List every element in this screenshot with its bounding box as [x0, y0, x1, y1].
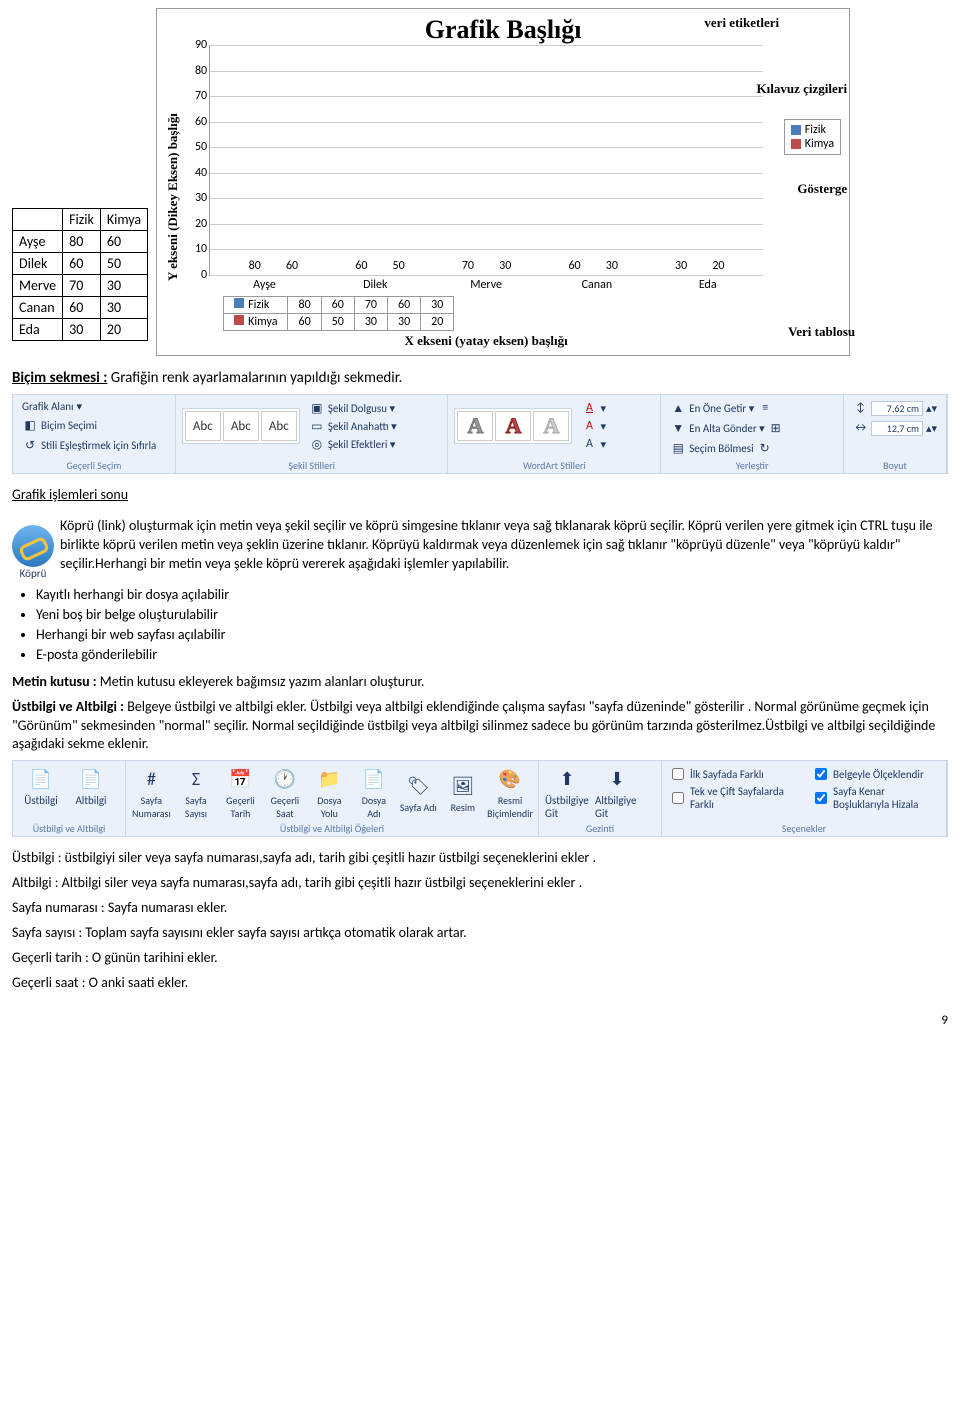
- sekil-dolgusu-button[interactable]: ▣Şekil Dolgusu ▾: [306, 399, 400, 417]
- hf-item-6[interactable]: 🏷Sayfa Adı: [399, 772, 437, 814]
- en-one-getir-button[interactable]: ▲En Öne Getir ▾ ≡: [667, 399, 837, 417]
- def-sayfa-say: Sayfa sayısı : Toplam sayfa sayısını ekl…: [12, 924, 948, 943]
- def-sayfa-num: Sayfa numarası : Sayfa numarası ekler.: [12, 899, 948, 918]
- shape-style-gallery[interactable]: AbcAbcAbc: [182, 408, 300, 444]
- stil-sifirla-button[interactable]: ↺Stili Eşleştirmek için Sıfırla: [19, 436, 169, 454]
- en-alta-gonder-button[interactable]: ▼En Alta Gönder ▾ ⊞: [667, 419, 837, 437]
- metin-kutusu-text: Metin kutusu : Metin kutusu ekleyerek ba…: [12, 673, 948, 692]
- hf-item-7[interactable]: 🖼Resim: [444, 772, 482, 814]
- kopru-icon: [12, 525, 54, 567]
- chart-data-table: Fizik8060706030Kimya6050303020: [223, 296, 454, 331]
- kopru-label: Köprü: [12, 567, 54, 580]
- source-data-table: FizikKimya Ayşe8060 Dilek6050 Merve7030 …: [12, 208, 148, 341]
- width-input[interactable]: ↔12,7 cm ▴▾: [850, 419, 940, 437]
- annot-veri-etiketleri: veri etiketleri: [704, 15, 779, 31]
- wordart-gallery[interactable]: A A A: [454, 408, 572, 444]
- def-altbilgi: Altbilgi : Altbilgi siler veya sayfa num…: [12, 874, 948, 893]
- ustbilgiye-git-button[interactable]: ⬆Üstbilgiye Git: [545, 765, 589, 820]
- hf-item-8[interactable]: 🎨Resmi Biçimlendir: [488, 765, 532, 820]
- sekil-efektleri-button[interactable]: ◎Şekil Efektleri ▾: [306, 435, 400, 453]
- text-outline-button[interactable]: A▾: [578, 417, 609, 435]
- tek-cift-farkli-checkbox[interactable]: Tek ve Çift Sayfalarda Farklı: [668, 785, 797, 811]
- bar-chart: veri etiketleri Kılavuz çizgileri Göster…: [156, 8, 850, 356]
- hf-item-5[interactable]: 📄Dosya Adı: [355, 765, 393, 820]
- ustbilgi-altbilgi-text: Üstbilgi ve Altbilgi : Belgeye üstbilgi …: [12, 698, 948, 755]
- altbilgi-button[interactable]: 📄Altbilgi: [69, 765, 113, 807]
- sayfa-kenar-hizala-checkbox[interactable]: Sayfa Kenar Boşluklarıyla Hizala: [811, 785, 940, 811]
- height-input[interactable]: ↕7,62 cm ▴▾: [850, 399, 940, 417]
- format-ribbon: Grafik Alanı ▾ ◧Biçim Seçimi ↺Stili Eşle…: [12, 394, 948, 474]
- ustbilgi-button[interactable]: 📄Üstbilgi: [19, 765, 63, 807]
- page-number: 9: [12, 1013, 948, 1028]
- header-footer-ribbon: 📄Üstbilgi 📄Altbilgi Üstbilgi ve Altbilgi…: [12, 760, 948, 837]
- grafik-islemleri-sonu: Grafik işlemleri sonu: [12, 486, 948, 505]
- x-axis-label: X ekseni (yatay eksen) başlığı: [209, 331, 763, 349]
- belgeyle-olceklendir-checkbox[interactable]: Belgeyle Ölçeklendir: [811, 765, 940, 783]
- altbilgiye-git-button[interactable]: ⬇Altbilgiye Git: [595, 765, 639, 820]
- def-ustbilgi: Üstbilgi : üstbilgiyi siler veya sayfa n…: [12, 849, 948, 868]
- grafik-alani-dropdown[interactable]: Grafik Alanı ▾: [19, 399, 169, 414]
- secim-bolmesi-button[interactable]: ▤Seçim Bölmesi ↻: [667, 439, 837, 457]
- kopru-text: Köprü (link) oluşturmak için metin veya …: [60, 517, 948, 574]
- def-saat: Geçerli saat : O anki saati ekler.: [12, 974, 948, 993]
- hf-item-4[interactable]: 📁Dosya Yolu: [310, 765, 348, 820]
- sekil-anahatti-button[interactable]: ▭Şekil Anahattı ▾: [306, 417, 400, 435]
- bicim-secimi-button[interactable]: ◧Biçim Seçimi: [19, 416, 169, 434]
- kopru-list: Kayıtlı herhangi bir dosya açılabilir Ye…: [36, 586, 948, 663]
- hf-item-2[interactable]: 📅Geçerli Tarih: [221, 765, 259, 820]
- y-axis-label: Y ekseni (Dikey Eksen) başlığı: [163, 45, 183, 349]
- text-effects-button[interactable]: A▾: [578, 435, 609, 453]
- def-tarih: Geçerli tarih : O günün tarihini ekler.: [12, 949, 948, 968]
- chart-legend: Fizik Kimya: [784, 119, 841, 155]
- hf-item-1[interactable]: ΣSayfa Sayısı: [177, 765, 215, 820]
- bicim-heading: Biçim sekmesi : Biçim sekmesi : Grafiğin…: [12, 368, 948, 388]
- hf-item-3[interactable]: 🕐Geçerli Saat: [266, 765, 304, 820]
- ilk-sayfada-farkli-checkbox[interactable]: İlk Sayfada Farklı: [668, 765, 797, 783]
- text-fill-button[interactable]: A▾: [578, 399, 609, 417]
- hf-item-0[interactable]: #Sayfa Numarası: [132, 765, 171, 820]
